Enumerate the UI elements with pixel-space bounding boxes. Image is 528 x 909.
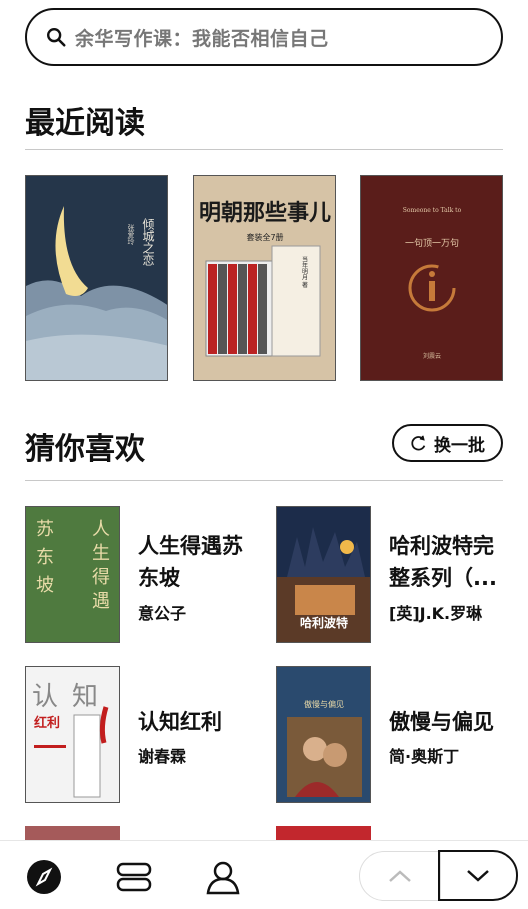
divider	[25, 480, 503, 481]
recent-book-3[interactable]: Someone to Talk to 一句顶一万句 刘震云	[360, 175, 503, 381]
cover-en-title: Someone to Talk to	[403, 207, 462, 214]
page-down-button[interactable]	[438, 850, 518, 901]
book-title-line1: 哈利波特完	[389, 534, 494, 558]
svg-text:认: 认	[32, 682, 58, 712]
cover-title: 倾城之恋	[141, 218, 155, 266]
cover-title: 明朝那些事儿	[199, 200, 331, 226]
svg-text:红利: 红利	[34, 715, 60, 731]
tab-discover[interactable]	[24, 857, 64, 897]
book-title-line1: 傲慢与偏见	[389, 710, 494, 734]
search-bar[interactable]: 余华写作课：我能否相信自己	[25, 8, 503, 66]
book-title-line2: 东坡	[138, 566, 180, 590]
divider	[25, 149, 503, 150]
chevron-down-icon	[467, 869, 489, 882]
recent-book-2[interactable]: 明朝那些事儿 套装全7册 当年明月 著	[193, 175, 336, 381]
svg-text:傲慢与偏见: 傲慢与偏见	[304, 699, 344, 709]
book-cover: 苏 东 坡 人 生 得 遇	[25, 506, 120, 643]
recommend-title: 猜你喜欢	[25, 432, 145, 467]
svg-text:苏: 苏	[36, 519, 54, 540]
refresh-label: 换一批	[434, 435, 485, 456]
book-cover-image: 倾城之恋 张爱玲	[26, 176, 167, 380]
recent-reading-title: 最近阅读	[25, 106, 145, 141]
book-item[interactable]: 认 知 红利 认知红利 谢春霖	[25, 666, 265, 804]
svg-text:哈利波特: 哈利波特	[300, 615, 348, 630]
book-title-line1: 人生得遇苏	[138, 534, 243, 558]
book-cover: 傲慢与偏见	[276, 666, 371, 803]
svg-text:东: 东	[36, 547, 54, 568]
discover-icon	[27, 860, 61, 894]
book-cover: 认 知 红利	[25, 666, 120, 803]
book-item[interactable]: 傲慢与偏见 傲慢与偏见 简·奥斯丁	[276, 666, 516, 804]
svg-text:遇: 遇	[92, 591, 110, 612]
profile-icon	[206, 861, 240, 895]
book-item[interactable]: 苏 东 坡 人 生 得 遇 人生得遇苏 东坡 意公子	[25, 506, 265, 644]
book-item[interactable]: 哈利波特 哈利波特完 整系列（... [英]J.K.罗琳	[276, 506, 516, 644]
book-cover-image: 明朝那些事儿 套装全7册 当年明月 著	[194, 176, 335, 380]
book-title-line1: 认知红利	[138, 710, 222, 734]
cover-title: 一句顶一万句	[405, 237, 459, 249]
search-icon	[47, 28, 66, 47]
book-cover-image: Someone to Talk to 一句顶一万句 刘震云	[361, 176, 502, 380]
page-up-button[interactable]	[359, 851, 441, 901]
svg-text:坡: 坡	[36, 575, 54, 596]
cover-author: 刘震云	[423, 352, 441, 360]
bookshelf-icon	[116, 862, 152, 892]
book-author: 谢春霖	[138, 747, 187, 766]
book-author: 意公子	[138, 604, 187, 623]
chevron-up-icon	[389, 870, 411, 882]
cover-author: 张爱玲	[127, 223, 135, 246]
tab-profile[interactable]	[203, 857, 243, 897]
refresh-button[interactable]: 换一批	[392, 424, 503, 462]
recent-book-1[interactable]: 倾城之恋 张爱玲	[25, 175, 168, 381]
cover-author: 当年明月 著	[301, 255, 308, 289]
bottom-navigation	[0, 840, 528, 909]
tab-bookshelf[interactable]	[114, 857, 154, 897]
svg-text:得: 得	[92, 567, 110, 588]
svg-text:生: 生	[92, 543, 110, 564]
book-cover: 哈利波特	[276, 506, 371, 643]
book-author: [英]J.K.罗琳	[389, 604, 483, 623]
book-title-line2: 整系列（...	[389, 566, 497, 590]
book-author: 简·奥斯丁	[389, 747, 460, 766]
search-placeholder: 余华写作课：我能否相信自己	[75, 27, 329, 50]
svg-text:知: 知	[72, 682, 98, 712]
cover-subtitle: 套装全7册	[246, 232, 283, 242]
refresh-icon	[411, 435, 426, 451]
svg-text:人: 人	[92, 519, 110, 540]
